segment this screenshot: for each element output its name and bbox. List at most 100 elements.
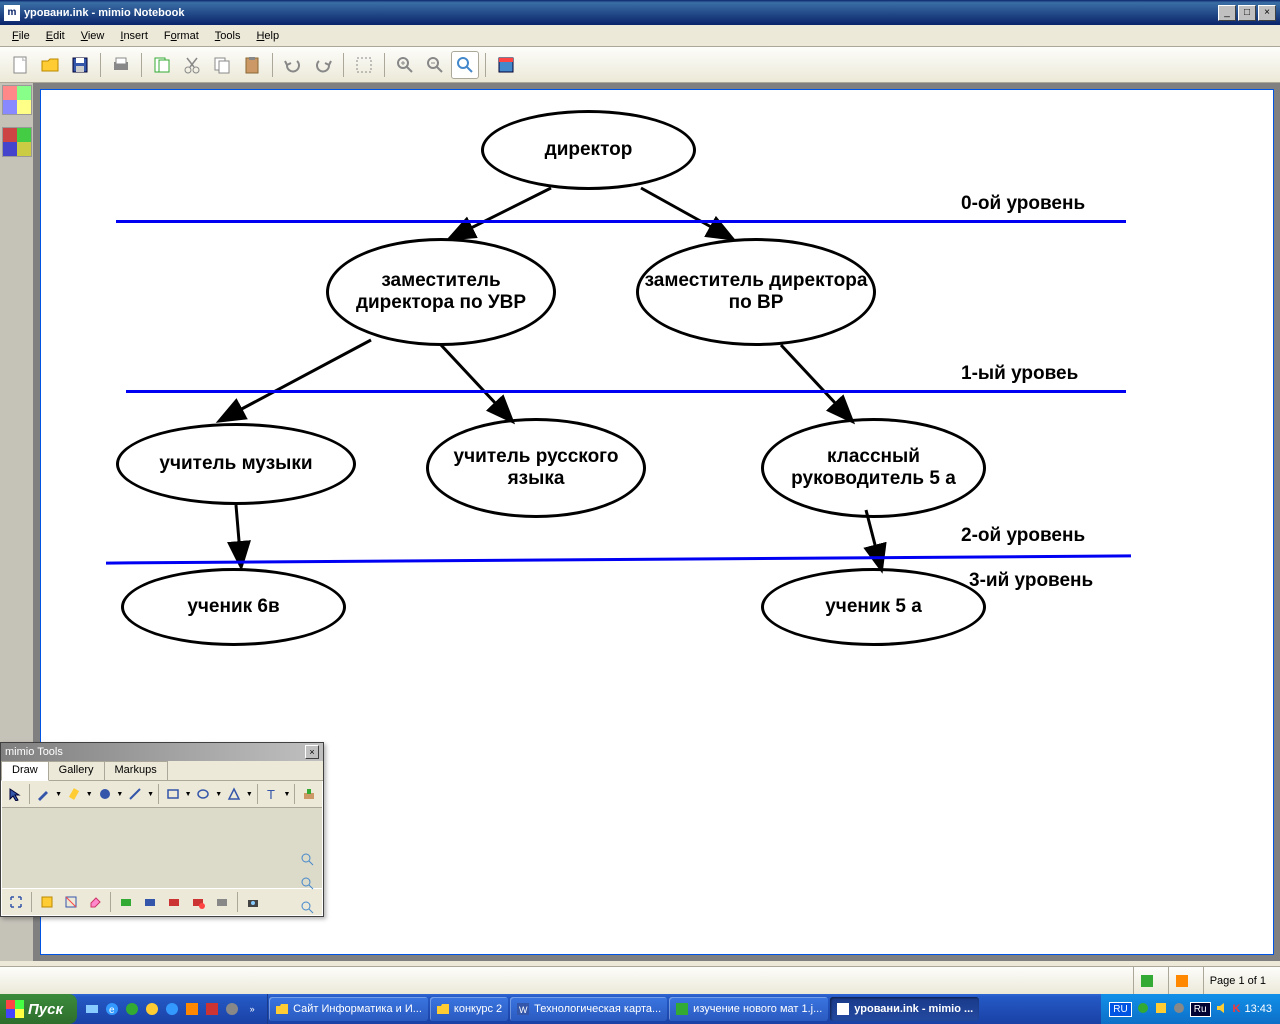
tool-zoom-fit-side[interactable] (298, 898, 316, 916)
tools-titlebar[interactable]: mimio Tools × (1, 743, 323, 761)
tool-b3[interactable] (163, 892, 185, 912)
tool-circle-fill[interactable] (95, 784, 115, 804)
titlebar: m уровани.ink - mimio Notebook _ □ × (0, 0, 1280, 25)
tab-gallery[interactable]: Gallery (48, 761, 105, 780)
start-button[interactable]: Пуск (0, 994, 77, 1024)
node-director[interactable]: директор (481, 110, 696, 190)
tool-b2[interactable] (139, 892, 161, 912)
tool-rect[interactable] (163, 784, 183, 804)
status-icon-1[interactable] (1133, 967, 1160, 994)
system-tray: RU Ru K 13:43 (1101, 994, 1280, 1024)
node-student-6v[interactable]: ученик 6в (121, 568, 346, 646)
open-button[interactable] (36, 51, 64, 79)
maximize-button[interactable]: □ (1238, 5, 1256, 21)
node-student-5a[interactable]: ученик 5 а (761, 568, 986, 646)
tool-pen[interactable] (33, 784, 53, 804)
print-button[interactable] (107, 51, 135, 79)
tool-b5[interactable] (211, 892, 233, 912)
fullscreen-button[interactable] (492, 51, 520, 79)
paste-button[interactable] (238, 51, 266, 79)
ql-8-icon[interactable] (223, 1000, 241, 1018)
task-2[interactable]: конкурс 2 (430, 997, 508, 1021)
tool-line[interactable] (125, 784, 145, 804)
tool-shape-rec[interactable] (60, 892, 82, 912)
tool-eraser[interactable] (84, 892, 106, 912)
ql-ie-icon[interactable]: e (103, 1000, 121, 1018)
task-3[interactable]: WТехнологическая карта... (510, 997, 667, 1021)
node-deputy-uvr[interactable]: заместитель директора по УВР (326, 238, 556, 346)
tool-zoom-out-side[interactable] (298, 874, 316, 892)
save-button[interactable] (66, 51, 94, 79)
word-icon: W (516, 1002, 530, 1016)
task-4[interactable]: изучение нового мат 1.j... (669, 997, 828, 1021)
task-1[interactable]: Сайт Информатика и И... (269, 997, 428, 1021)
select-button[interactable] (350, 51, 378, 79)
node-deputy-vr[interactable]: заместитель директора по ВР (636, 238, 876, 346)
tool-fullscreen[interactable] (5, 892, 27, 912)
tool-recognize[interactable] (36, 892, 58, 912)
ql-7-icon[interactable] (203, 1000, 221, 1018)
minimize-button[interactable]: _ (1218, 5, 1236, 21)
tool-highlighter[interactable] (64, 784, 84, 804)
tray-icon-3[interactable] (1172, 1001, 1186, 1018)
tools-body: ▼ ▼ ▼ ▼ ▼ ▼ ▼ T▼ (1, 781, 323, 916)
menu-tools[interactable]: Tools (207, 28, 249, 44)
tools-close-button[interactable]: × (305, 745, 319, 759)
cut-button[interactable] (178, 51, 206, 79)
tools-tabs: Draw Gallery Markups (1, 761, 323, 781)
ql-3-icon[interactable] (123, 1000, 141, 1018)
tools-window[interactable]: mimio Tools × Draw Gallery Markups ▼ ▼ ▼… (0, 742, 324, 917)
menu-format[interactable]: Format (156, 28, 207, 44)
redo-button[interactable] (309, 51, 337, 79)
tool-import[interactable] (299, 784, 319, 804)
ql-6-icon[interactable] (183, 1000, 201, 1018)
node-russian-teacher[interactable]: учитель русского языка (426, 418, 646, 518)
undo-button[interactable] (279, 51, 307, 79)
tool-selection[interactable] (5, 784, 25, 804)
lang-indicator-2[interactable]: Ru (1190, 1002, 1211, 1017)
tray-icon-1[interactable] (1136, 1001, 1150, 1018)
menu-insert[interactable]: Insert (112, 28, 156, 44)
ql-expand-icon[interactable]: » (243, 1000, 261, 1018)
tray-k-icon[interactable]: K (1233, 1003, 1241, 1015)
ql-4-icon[interactable] (143, 1000, 161, 1018)
tool-text[interactable]: T (262, 784, 282, 804)
tool-triangle[interactable] (224, 784, 244, 804)
zoom-out-button[interactable] (421, 51, 449, 79)
tool-b1[interactable] (115, 892, 137, 912)
ql-desktop-icon[interactable] (83, 1000, 101, 1018)
menu-help[interactable]: Help (248, 28, 287, 44)
taskbar-tasks: Сайт Информатика и И... конкурс 2 WТехно… (268, 997, 1101, 1021)
node-music-teacher[interactable]: учитель музыки (116, 423, 356, 505)
tool-zoom-in-side[interactable] (298, 850, 316, 868)
image-icon (675, 1002, 689, 1016)
close-button[interactable]: × (1258, 5, 1276, 21)
tools-title-text: mimio Tools (5, 746, 63, 758)
lang-indicator-1[interactable]: RU (1109, 1002, 1131, 1017)
tool-b4[interactable] (187, 892, 209, 912)
task-5[interactable]: уровани.ink - mimio ... (830, 997, 979, 1021)
panel-thumb-2[interactable] (2, 127, 32, 157)
tool-ellipse[interactable] (194, 784, 214, 804)
new-button[interactable] (6, 51, 34, 79)
status-icon-2[interactable] (1168, 967, 1195, 994)
menu-file[interactable]: FFileile (4, 28, 38, 44)
level-label-2: 2-ой уровень (961, 525, 1085, 547)
tool-camera[interactable] (242, 892, 264, 912)
node-class-leader[interactable]: классный руководитель 5 а (761, 418, 986, 518)
menu-view[interactable]: View (73, 28, 113, 44)
zoom-in-button[interactable] (391, 51, 419, 79)
copy-button[interactable] (208, 51, 236, 79)
insert-page-button[interactable] (148, 51, 176, 79)
tab-markups[interactable]: Markups (104, 761, 168, 780)
window-title: уровани.ink - mimio Notebook (24, 7, 1218, 19)
tray-icon-2[interactable] (1154, 1001, 1168, 1018)
ql-5-icon[interactable] (163, 1000, 181, 1018)
tray-sound-icon[interactable] (1215, 1001, 1229, 1018)
app-icon: m (4, 5, 20, 21)
panel-thumb-1[interactable] (2, 85, 32, 115)
tab-draw[interactable]: Draw (1, 761, 49, 781)
tray-clock[interactable]: 13:43 (1244, 1003, 1272, 1015)
zoom-fit-button[interactable] (451, 51, 479, 79)
menu-edit[interactable]: Edit (38, 28, 73, 44)
